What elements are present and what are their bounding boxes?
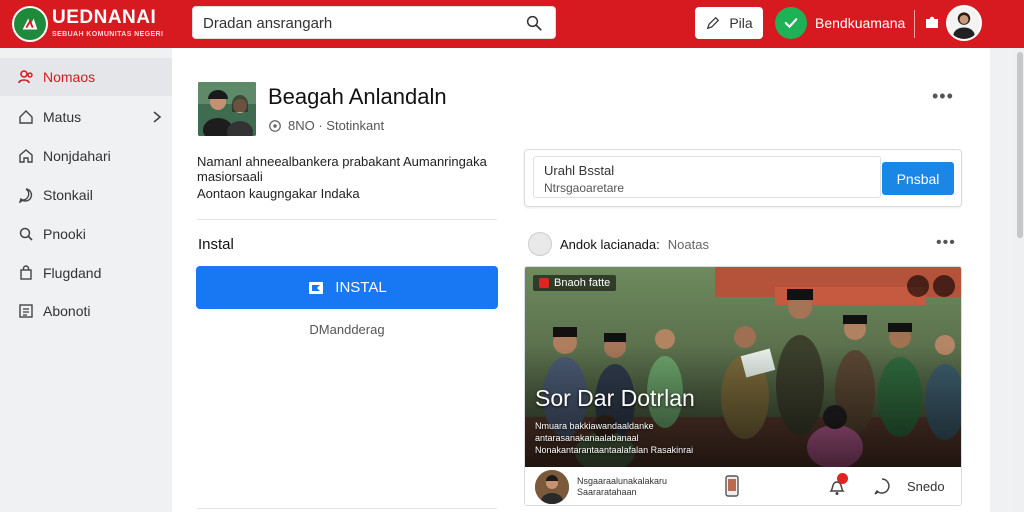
card-tag-label: Bnaoh fatte — [554, 277, 611, 289]
chevron-right-icon[interactable] — [152, 110, 162, 124]
sidebar-item-pnooki[interactable]: Pnooki — [0, 215, 172, 253]
card-caption: Nmuara bakkiawandaaldanke antarasanakana… — [535, 421, 694, 455]
phone-icon[interactable] — [725, 475, 739, 497]
install-button-label: INSTAL — [335, 279, 387, 296]
profile-name: Beagah Anlandaln — [268, 84, 447, 109]
chat-icon — [18, 188, 33, 203]
commenter-avatar[interactable] — [535, 470, 569, 504]
install-heading: Instal — [198, 236, 234, 253]
volume-icon[interactable] — [907, 275, 929, 297]
sidebar-item-label: Pnooki — [43, 226, 86, 242]
sidebar-item-label: Matus — [43, 109, 82, 125]
card-footer-text: Nsgaaraalunakalakaru Saararatahaan — [577, 476, 668, 497]
sidebar-item-label: Stonkail — [43, 187, 93, 203]
more-options-icon[interactable]: ••• — [932, 86, 954, 107]
profile-photo[interactable] — [198, 82, 256, 136]
pencil-icon — [707, 16, 720, 30]
search-icon — [19, 227, 33, 241]
location-icon — [269, 119, 281, 132]
check-icon — [775, 7, 807, 39]
divider — [197, 219, 497, 220]
profile-meta: 8NO · Stotinkant — [268, 118, 384, 133]
header-divider — [914, 10, 915, 38]
install-button[interactable]: INSTAL — [196, 266, 498, 309]
post-composer: Urahl Bsstal Ntrsgaoaretare Pnsbal — [524, 149, 962, 207]
bag-icon — [20, 265, 32, 280]
main-content: Beagah Anlandaln 8NO · Stotinkant ••• Na… — [172, 48, 990, 512]
sidebar-item-matus[interactable]: Matus — [0, 98, 172, 136]
post-input-subtitle: Ntrsgaoaretare — [544, 181, 625, 195]
pin-button[interactable]: Pila — [695, 7, 763, 39]
feed-card[interactable]: Bnaoh fatte Sor Dar Dotrlan Nmuara bakki… — [524, 266, 962, 506]
sidebar-item-nomaos[interactable]: Nomaos — [0, 58, 172, 96]
post-input[interactable]: Urahl Bsstal Ntrsgaoaretare — [533, 156, 881, 198]
card-tag: Bnaoh fatte — [533, 275, 617, 291]
author-avatar[interactable] — [528, 232, 552, 256]
feed-author[interactable]: Andok lacianada: — [560, 237, 660, 252]
divider — [197, 508, 497, 509]
sidebar-item-label: Nomaos — [43, 69, 96, 85]
post-input-title: Urahl Bsstal — [544, 163, 615, 178]
sidebar-item-stonkail[interactable]: Stonkail — [0, 176, 172, 214]
list-icon — [19, 304, 33, 318]
share-button[interactable]: Snedo — [907, 479, 945, 494]
logo-title: UEDNANAI — [52, 7, 157, 28]
logo[interactable]: UEDNANAI SEBUAH KOMUNITAS NEGERI — [8, 4, 172, 44]
comment-icon[interactable] — [873, 477, 891, 495]
search-bar[interactable] — [192, 6, 556, 39]
card-footer: Nsgaaraalunakalakaru Saararatahaan Snedo — [525, 467, 961, 505]
card-headline: Sor Dar Dotrlan — [535, 385, 695, 411]
feed-more-icon[interactable]: ••• — [936, 234, 956, 252]
puzzle-icon[interactable] — [923, 13, 941, 31]
feed-header: Andok lacianada: Noatas — [528, 232, 709, 256]
status-label: Bendkuamana — [815, 15, 906, 31]
sidebar-item-flugdand[interactable]: Flugdand — [0, 254, 172, 292]
user-avatar[interactable] — [946, 5, 982, 41]
feed-card-image[interactable]: Bnaoh fatte Sor Dar Dotrlan Nmuara bakki… — [525, 267, 961, 467]
flag-icon — [309, 281, 324, 294]
home-icon — [19, 110, 33, 124]
pin-label: Pila — [729, 15, 753, 31]
house-icon — [19, 149, 33, 163]
status-indicator[interactable]: Bendkuamana — [775, 6, 905, 40]
sidebar-item-nonjdahari[interactable]: Nonjdahari — [0, 137, 172, 175]
sidebar-item-label: Abonoti — [43, 303, 91, 319]
sidebar-item-label: Nonjdahari — [43, 148, 111, 164]
post-button[interactable]: Pnsbal — [882, 162, 954, 195]
expand-icon[interactable] — [933, 275, 955, 297]
profile-bio: Namanl ahneealbankera prabakant Aumanrin… — [197, 154, 487, 184]
search-input[interactable] — [203, 13, 513, 33]
search-icon[interactable] — [525, 14, 543, 32]
notification-badge — [837, 473, 848, 484]
profile-bio-secondary: Aontaon kaugngakar Indaka — [197, 186, 360, 201]
install-subtext[interactable]: DMandderag — [196, 322, 498, 337]
feed-author-sub: Noatas — [667, 236, 709, 252]
logo-subtitle: SEBUAH KOMUNITAS NEGERI — [52, 31, 164, 38]
people-icon — [18, 70, 33, 84]
logo-emblem-icon — [12, 6, 48, 42]
sidebar: Nomaos Matus Nonjdahari Stonkail Pnooki … — [0, 48, 172, 512]
sidebar-item-label: Flugdand — [43, 265, 102, 281]
sidebar-item-abonoti[interactable]: Abonoti — [0, 292, 172, 330]
scrollbar-thumb[interactable] — [1017, 52, 1023, 238]
card-controls — [905, 275, 955, 297]
top-bar: UEDNANAI SEBUAH KOMUNITAS NEGERI Pila Be… — [0, 0, 1024, 48]
live-dot-icon — [539, 278, 549, 288]
profile-meta-text: 8NO · Stotinkant — [288, 118, 385, 133]
